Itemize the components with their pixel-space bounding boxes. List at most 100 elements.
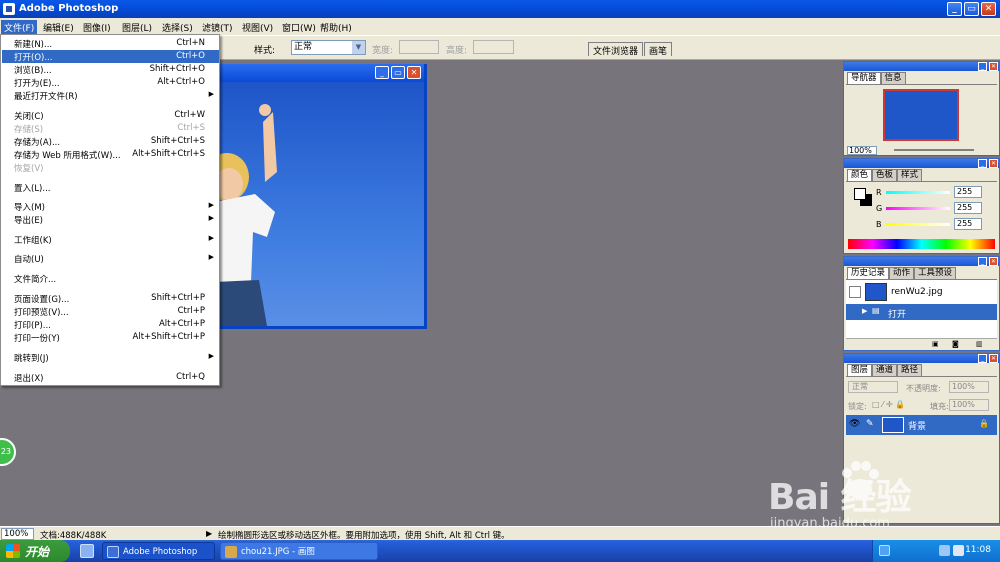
tab-tool-presets[interactable]: 工具预设	[914, 267, 957, 279]
tab-brushes[interactable]: 画笔	[644, 42, 673, 57]
menu-item-browse[interactable]: 浏览(B)... Shift+Ctrl+O	[2, 63, 219, 76]
eye-icon[interactable]: 👁	[849, 419, 860, 429]
menu-item-place[interactable]: 置入(L)...	[2, 181, 219, 194]
tab-info[interactable]: 信息	[880, 72, 906, 84]
red-field[interactable]: 255	[954, 186, 982, 198]
doc-minimize-button[interactable]: _	[375, 66, 389, 79]
trash-icon[interactable]: ▥	[976, 340, 983, 348]
navigator-zoom-slider[interactable]	[894, 149, 974, 151]
menu-window[interactable]: 窗口(W)	[279, 20, 319, 34]
menu-file[interactable]: 文件(F)	[1, 20, 38, 34]
menu-image[interactable]: 图像(I)	[80, 20, 114, 34]
document-title-bar[interactable]: _ ▭ ✕	[215, 64, 424, 82]
menu-item-export[interactable]: 导出(E) ▶	[2, 213, 219, 226]
color-ramp[interactable]	[848, 239, 995, 249]
blend-mode-select[interactable]: 正常	[848, 381, 898, 393]
menu-item-print-one-copy[interactable]: 打印一份(Y) Alt+Shift+Ctrl+P	[2, 331, 219, 344]
menu-edit[interactable]: 编辑(E)	[40, 20, 77, 34]
tab-swatches[interactable]: 色板	[872, 169, 898, 181]
restore-button[interactable]: ▭	[964, 2, 979, 16]
menu-item-exit[interactable]: 退出(X) Ctrl+Q	[2, 371, 219, 384]
tab-channels[interactable]: 通道	[872, 364, 898, 376]
tab-file-browser[interactable]: 文件浏览器	[588, 42, 644, 57]
green-slider[interactable]	[886, 207, 950, 210]
status-zoom-field[interactable]: 100%	[1, 528, 34, 540]
menu-select[interactable]: 选择(S)	[159, 20, 196, 34]
tab-navigator[interactable]: 导航器	[847, 72, 881, 84]
palette-header[interactable]: _ ✕	[844, 257, 999, 266]
task-photoshop[interactable]: Adobe Photoshop	[102, 542, 215, 560]
tray-nav-icon[interactable]	[879, 545, 890, 556]
menu-item-automate[interactable]: 自动(U) ▶	[2, 252, 219, 265]
history-snapshot-row[interactable]: renWu2.jpg	[846, 282, 997, 302]
watermark-brand: Bai 经验	[768, 477, 912, 518]
volume-icon[interactable]	[953, 545, 964, 556]
blue-slider[interactable]	[886, 223, 950, 226]
menu-item-open-as[interactable]: 打开为(E)... Alt+Ctrl+O	[2, 76, 219, 89]
palette-header[interactable]: _ ✕	[844, 159, 999, 168]
history-brush-icon[interactable]	[849, 286, 861, 298]
palette-minimize-button[interactable]: _	[978, 159, 987, 168]
red-slider[interactable]	[886, 191, 950, 194]
menu-item-new[interactable]: 新建(N)... Ctrl+N	[2, 37, 219, 50]
palette-close-button[interactable]: ✕	[989, 159, 998, 168]
menu-filter[interactable]: 滤镜(T)	[199, 20, 236, 34]
palette-close-button[interactable]: ✕	[989, 62, 998, 71]
foreground-color-swatch[interactable]	[854, 188, 866, 200]
menu-view[interactable]: 视图(V)	[239, 20, 276, 34]
menu-item-workgroup[interactable]: 工作组(K) ▶	[2, 233, 219, 246]
menu-item-import[interactable]: 导入(M) ▶	[2, 200, 219, 213]
palette-close-button[interactable]: ✕	[989, 354, 998, 363]
show-desktop-icon[interactable]	[80, 544, 94, 558]
palette-minimize-button[interactable]: _	[978, 257, 987, 266]
tab-paths[interactable]: 路径	[897, 364, 923, 376]
image-canvas[interactable]	[215, 82, 424, 326]
status-arrow-icon[interactable]: ▶	[206, 529, 212, 538]
menu-item-open[interactable]: 打开(O)... Ctrl+O	[2, 50, 219, 63]
menu-item-save-as[interactable]: 存储为(A)... Shift+Ctrl+S	[2, 135, 219, 148]
height-field[interactable]	[473, 40, 514, 54]
palette-minimize-button[interactable]: _	[978, 62, 987, 71]
menu-item-page-setup[interactable]: 页面设置(G)... Shift+Ctrl+P	[2, 292, 219, 305]
menu-item-close[interactable]: 关闭(C) Ctrl+W	[2, 109, 219, 122]
task-paint[interactable]: chou21.JPG - 画图	[220, 542, 378, 560]
navigator-thumbnail[interactable]	[883, 89, 959, 141]
style-select[interactable]: 正常 ▼	[291, 40, 366, 55]
start-button[interactable]: 开始	[0, 540, 70, 562]
palette-minimize-button[interactable]: _	[978, 354, 987, 363]
blue-field[interactable]: 255	[954, 218, 982, 230]
menu-item-file-info[interactable]: 文件简介...	[2, 272, 219, 285]
width-field[interactable]	[399, 40, 439, 54]
fill-field[interactable]: 100%	[949, 399, 989, 411]
menu-help[interactable]: 帮助(H)	[317, 20, 355, 34]
layer-name: 背景	[908, 422, 927, 432]
tab-actions[interactable]: 动作	[889, 267, 915, 279]
menu-item-save-for-web[interactable]: 存储为 Web 所用格式(W)... Alt+Shift+Ctrl+S	[2, 148, 219, 161]
network-icon[interactable]	[939, 545, 950, 556]
minimize-button[interactable]: _	[947, 2, 962, 16]
new-document-icon[interactable]: ▣	[932, 340, 939, 348]
palette-header[interactable]: _ ✕	[844, 354, 999, 363]
tab-history[interactable]: 历史记录	[847, 267, 890, 279]
snapshot-icon[interactable]: ◙	[952, 340, 959, 348]
lock-icons[interactable]: □ ⁄ ✛ 🔒	[872, 400, 905, 409]
history-state-row[interactable]: ▶ ▤ 打开	[846, 304, 997, 320]
layer-row-background[interactable]: 👁 ✎ 背景 🔒	[846, 415, 997, 435]
doc-maximize-button[interactable]: ▭	[391, 66, 405, 79]
document-window[interactable]: _ ▭ ✕	[212, 64, 427, 329]
menu-item-print-preview[interactable]: 打印预览(V)... Ctrl+P	[2, 305, 219, 318]
navigator-zoom-field[interactable]: 100%	[847, 146, 877, 155]
menu-item-recent[interactable]: 最近打开文件(R) ▶	[2, 89, 219, 102]
tab-color[interactable]: 颜色	[847, 169, 873, 181]
palette-header[interactable]: _ ✕	[844, 62, 999, 71]
tab-layers[interactable]: 图层	[847, 364, 873, 376]
menu-item-print[interactable]: 打印(P)... Alt+Ctrl+P	[2, 318, 219, 331]
tab-styles[interactable]: 样式	[897, 169, 923, 181]
opacity-field[interactable]: 100%	[949, 381, 989, 393]
menu-item-jump-to[interactable]: 跳转到(J) ▶	[2, 351, 219, 364]
doc-close-button[interactable]: ✕	[407, 66, 421, 79]
close-button[interactable]: ✕	[981, 2, 996, 16]
menu-layer[interactable]: 图层(L)	[119, 20, 155, 34]
palette-close-button[interactable]: ✕	[989, 257, 998, 266]
green-field[interactable]: 255	[954, 202, 982, 214]
